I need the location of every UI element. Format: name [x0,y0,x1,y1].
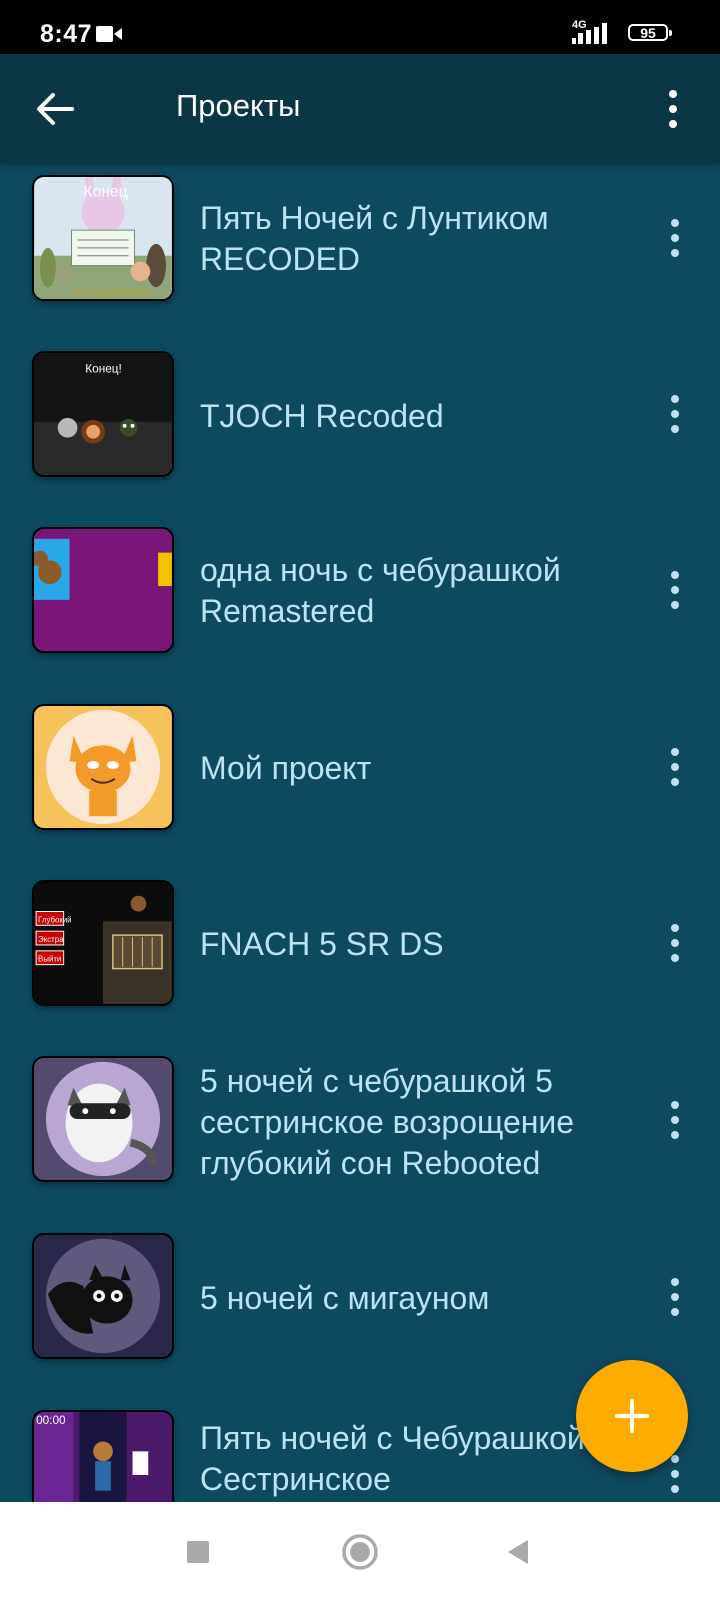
thumb-caption: 00:00 [36,1413,66,1427]
project-menu-button[interactable] [652,560,698,620]
battery-level: 95 [640,25,656,41]
project-thumbnail[interactable] [32,527,174,653]
luntik-scene-image: Конец Отличная Работа! [34,177,172,299]
project-list[interactable]: Конец Отличная Работа! Пять Ночей с Лунт… [0,164,720,1502]
project-item[interactable]: Конец Отличная Работа! Пять Ночей с Лунт… [0,164,720,344]
more-vertical-icon [671,924,679,962]
more-vertical-icon [671,1101,679,1139]
project-thumbnail[interactable]: Глубокий Экстра Выйти [32,880,174,1006]
video-camera-icon [96,26,122,42]
project-item[interactable]: Глубокий Экстра Выйти FNACH 5 SR DS [0,880,720,1064]
project-title: Мой проект [200,750,372,786]
battery-icon: 95 [628,24,672,41]
thumb-caption: Конец! [85,362,122,376]
more-vertical-icon [671,1278,679,1316]
project-thumbnail[interactable] [32,704,174,830]
back-triangle-icon [508,1540,528,1564]
fnach-menu-image: Глубокий Экстра Выйти [34,882,172,1004]
cheburashka-scene-image [34,529,172,651]
page-title: Проекты [176,88,301,123]
project-menu-button[interactable] [652,208,698,268]
status-time: 8:47 [40,20,93,48]
project-title: одна ночь с чебурашкой Remastered [200,552,561,629]
project-menu-button[interactable] [652,1267,698,1327]
back-button[interactable] [20,79,90,139]
raccoon-character-image [34,1058,172,1180]
overflow-menu-button[interactable] [648,79,698,139]
thumb-menu-item: Глубокий [38,915,72,924]
project-menu-button[interactable] [652,913,698,973]
more-vertical-icon [671,395,679,433]
signal-icon [572,23,607,44]
more-vertical-icon [671,571,679,609]
app-bar: Проекты [0,54,720,164]
add-project-button[interactable] [576,1360,688,1472]
project-thumbnail[interactable]: 00:00 [32,1410,174,1502]
more-vertical-icon [671,219,679,257]
system-back-button[interactable] [494,1528,542,1576]
project-thumbnail[interactable] [32,1233,174,1359]
cheburashka-office-image: 00:00 [34,1412,172,1502]
project-item[interactable]: 5 ночей с чебурашкой 5 сестринское возро… [0,1056,720,1244]
project-thumbnail[interactable] [32,1056,174,1182]
tjoch-scene-image: Конец! [34,353,172,475]
system-nav-bar [0,1502,720,1600]
project-thumbnail[interactable]: Конец Отличная Работа! [32,175,174,301]
more-vertical-icon [669,90,677,128]
project-title: TJOCH Recoded [200,398,444,434]
recents-button[interactable] [174,1528,222,1576]
thumb-menu-item: Выйти [38,955,61,964]
thumb-footer: Отличная Работа! [73,287,147,297]
more-vertical-icon [671,748,679,786]
project-menu-button[interactable] [652,1090,698,1150]
project-title: Пять Ночей с Лунтиком RECODED [200,200,549,277]
thumb-caption: Конец [83,184,127,201]
project-menu-button[interactable] [652,384,698,444]
fox-character-image [34,706,172,828]
project-item[interactable]: Мой проект [0,704,720,884]
project-item[interactable]: одна ночь с чебурашкой Remastered [0,524,720,704]
project-title: FNACH 5 SR DS [200,926,444,962]
project-item[interactable]: Конец! TJOCH Recoded [0,344,720,524]
project-title: 5 ночей с чебурашкой 5 сестринское возро… [200,1063,575,1181]
project-menu-button[interactable] [652,737,698,797]
thumb-menu-item: Экстра [38,935,64,944]
migaun-character-image [34,1235,172,1357]
status-bar: 8:47 4G 95 [0,0,720,54]
project-title: 5 ночей с мигауном [200,1280,490,1316]
plus-icon [615,1399,649,1433]
home-circle-icon [342,1534,378,1570]
project-title: Пять ночей с Чебурашкой 5 Сестринское [200,1420,612,1497]
arrow-left-icon [37,93,74,125]
project-thumbnail[interactable]: Конец! [32,351,174,477]
recents-square-icon [187,1541,209,1563]
home-button[interactable] [336,1528,384,1576]
